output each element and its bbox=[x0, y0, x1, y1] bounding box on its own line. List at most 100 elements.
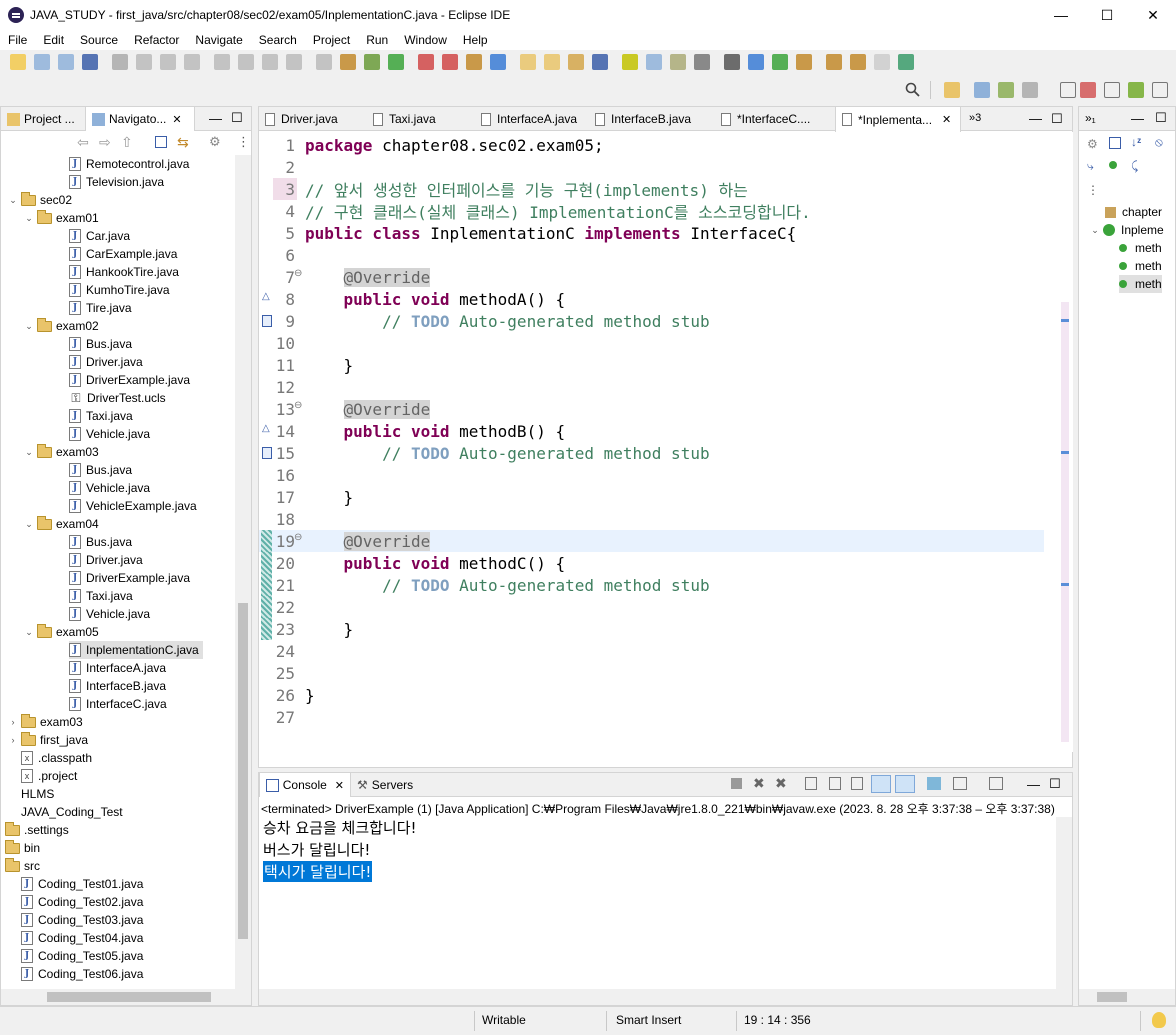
override-marker-icon[interactable]: △ bbox=[262, 291, 270, 302]
tree-file[interactable]: J VehicleExample.java bbox=[69, 497, 201, 515]
outline-h-scrollbar[interactable] bbox=[1079, 989, 1175, 1005]
back-icon[interactable]: ⇦ bbox=[77, 134, 89, 151]
hide-fields-icon[interactable]: ⦸ bbox=[1155, 135, 1163, 150]
tree-h-scroll-thumb[interactable] bbox=[47, 992, 211, 1002]
outline-menu-icon[interactable]: ⋮ bbox=[1087, 183, 1099, 197]
code-line[interactable]: 4 // 구현 클래스(실체 클래스) ImplementationC를 소스코딩… bbox=[259, 200, 1044, 223]
code-line[interactable]: 7 @Override bbox=[259, 266, 1044, 288]
tree-file[interactable]: J Bus.java bbox=[69, 335, 136, 353]
menu-refactor[interactable]: Refactor bbox=[126, 33, 187, 47]
tree-file[interactable]: J Coding_Test04.java bbox=[21, 929, 147, 947]
tree-file[interactable]: J DriverExample.java bbox=[69, 569, 194, 587]
tree-file[interactable]: J CarExample.java bbox=[69, 245, 181, 263]
terminate-icon[interactable] bbox=[731, 778, 742, 789]
hide-static-icon[interactable]: ⤷ bbox=[1087, 159, 1094, 174]
close-button[interactable]: ✕ bbox=[1130, 0, 1176, 30]
tree-file[interactable]: J Television.java bbox=[69, 173, 168, 191]
menu-help[interactable]: Help bbox=[455, 33, 496, 47]
run-last-icon[interactable] bbox=[418, 54, 434, 70]
tree-folder[interactable]: › exam03 bbox=[7, 713, 87, 731]
tip-bulb-icon[interactable] bbox=[1152, 1012, 1166, 1028]
remove-all-icon[interactable]: ✖ bbox=[775, 775, 787, 792]
fold-toggle-icon[interactable]: ⊖ bbox=[294, 532, 302, 543]
coverage-icon[interactable] bbox=[442, 54, 458, 70]
code-line[interactable]: 9 // TODO Auto-generated method stub bbox=[259, 310, 1044, 332]
tree-folder[interactable]: .settings bbox=[5, 821, 73, 839]
block-select-icon[interactable] bbox=[694, 54, 710, 70]
open-task-icon[interactable] bbox=[568, 54, 584, 70]
tree-h-scrollbar[interactable] bbox=[1, 989, 251, 1005]
maximize-view-icon[interactable]: ☐ bbox=[1155, 110, 1167, 126]
step-over-icon[interactable] bbox=[262, 54, 278, 70]
layout-icon[interactable] bbox=[1104, 82, 1120, 98]
console-scrollbar[interactable] bbox=[1056, 817, 1072, 989]
code-line[interactable]: 15 // TODO Auto-generated method stub bbox=[259, 442, 1044, 464]
new-class-icon[interactable] bbox=[520, 54, 536, 70]
code-line[interactable]: 23 } bbox=[259, 618, 1044, 640]
code-line[interactable]: 1 package chapter08.sec02.exam05; bbox=[259, 134, 1044, 156]
outline-overflow[interactable]: »₁ bbox=[1085, 111, 1096, 125]
code-line[interactable]: 10 bbox=[259, 332, 1044, 354]
chevron-right-icon[interactable]: › bbox=[7, 735, 19, 745]
maximize-view-icon[interactable]: ☐ bbox=[1051, 111, 1063, 127]
hide-local-icon[interactable]: ⤹ bbox=[1131, 159, 1138, 174]
tree-folder[interactable]: › first_java bbox=[7, 731, 92, 749]
code-line[interactable]: 27 bbox=[259, 706, 1044, 728]
tree-file[interactable]: J Vehicle.java bbox=[69, 605, 154, 623]
tree-file[interactable]: J InterfaceC.java bbox=[69, 695, 171, 713]
chevron-down-icon[interactable]: ⌄ bbox=[23, 321, 35, 332]
tree-file[interactable]: J Driver.java bbox=[69, 353, 147, 371]
tree-file[interactable]: J InterfaceA.java bbox=[69, 659, 170, 677]
outline-item[interactable]: meth bbox=[1119, 257, 1162, 275]
tree-file[interactable]: J InterfaceB.java bbox=[69, 677, 170, 695]
task-marker-icon[interactable] bbox=[262, 447, 272, 459]
outline-collapse-all-icon[interactable] bbox=[1109, 137, 1121, 149]
code-line[interactable]: 16 bbox=[259, 464, 1044, 486]
save-icon[interactable] bbox=[34, 54, 50, 70]
tree-file[interactable]: J Taxi.java bbox=[69, 407, 137, 425]
tree-folder[interactable]: ⌄ exam02 bbox=[23, 317, 103, 335]
debug-perspective-icon[interactable] bbox=[998, 82, 1014, 98]
debug-icon[interactable] bbox=[364, 54, 380, 70]
back-icon[interactable] bbox=[850, 54, 866, 70]
outline-item[interactable]: meth bbox=[1119, 239, 1162, 257]
tree-folder[interactable]: ⌄ exam05 bbox=[23, 623, 103, 641]
editor-h-scrollbar[interactable] bbox=[299, 747, 1059, 765]
show-stdout-icon[interactable] bbox=[871, 775, 891, 793]
editor-tab[interactable]: InterfaceA.java bbox=[475, 107, 589, 131]
tree-file[interactable]: x .project bbox=[21, 767, 81, 785]
tree-file[interactable]: J Coding_Test05.java bbox=[21, 947, 147, 965]
menu-file[interactable]: File bbox=[0, 33, 35, 47]
editor-tab[interactable]: Driver.java bbox=[259, 107, 367, 131]
menu-project[interactable]: Project bbox=[305, 33, 358, 47]
chevron-down-icon[interactable]: ⌄ bbox=[23, 627, 35, 638]
tree-scroll-thumb[interactable] bbox=[238, 603, 248, 939]
code-line[interactable]: 22 bbox=[259, 596, 1044, 618]
forward-icon[interactable] bbox=[874, 54, 890, 70]
code-line[interactable]: 11 } bbox=[259, 354, 1044, 376]
link-editor-icon[interactable]: ⇆ bbox=[177, 134, 189, 151]
scroll-lock-icon[interactable] bbox=[829, 777, 841, 790]
tree-folder[interactable]: ⌄ sec02 bbox=[7, 191, 76, 209]
word-wrap-icon[interactable] bbox=[851, 777, 863, 790]
task-marker-icon[interactable] bbox=[262, 315, 272, 327]
tree-file[interactable]: J HankookTire.java bbox=[69, 263, 183, 281]
minimize-button[interactable]: — bbox=[1038, 0, 1084, 30]
open-console-icon[interactable] bbox=[989, 777, 1003, 790]
tree-folder[interactable]: ⌄ exam03 bbox=[23, 443, 103, 461]
maximize-view-icon[interactable]: ☐ bbox=[231, 110, 243, 126]
code-line[interactable]: 25 bbox=[259, 662, 1044, 684]
tree-file[interactable]: J Taxi.java bbox=[69, 587, 137, 605]
editor-overview-ruler[interactable] bbox=[1059, 132, 1073, 752]
tree-file[interactable]: J Coding_Test06.java bbox=[21, 965, 147, 983]
tree-file[interactable]: HLMS bbox=[21, 785, 58, 803]
code-line[interactable]: 21 // TODO Auto-generated method stub bbox=[259, 574, 1044, 596]
code-line[interactable]: 2 bbox=[259, 156, 1044, 178]
prev-annotation-icon[interactable] bbox=[826, 54, 842, 70]
open-type-icon[interactable] bbox=[544, 54, 560, 70]
tab-console[interactable]: Console ✕ bbox=[259, 773, 351, 797]
menu-navigate[interactable]: Navigate bbox=[187, 33, 250, 47]
minimize-view-icon[interactable]: — bbox=[209, 111, 222, 126]
tree-file[interactable]: J Vehicle.java bbox=[69, 479, 154, 497]
maximize-view-icon[interactable]: ☐ bbox=[1049, 776, 1061, 792]
